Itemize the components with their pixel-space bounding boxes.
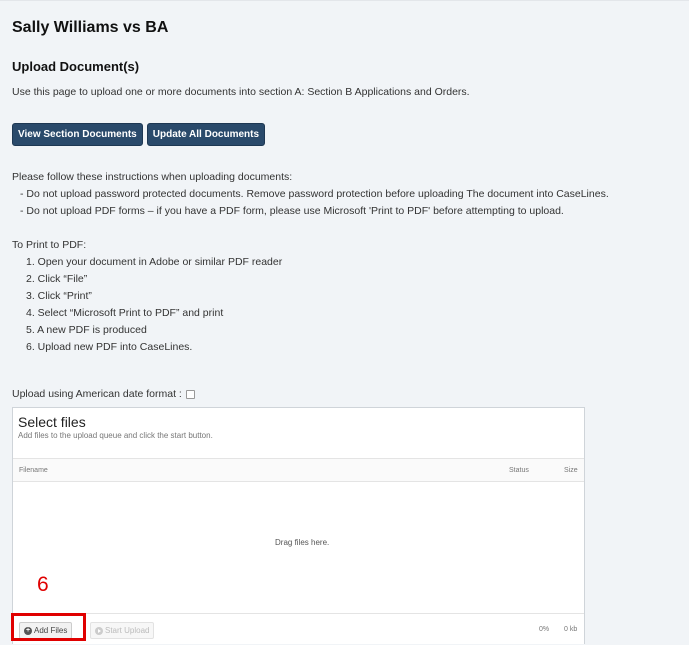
uploader-subtitle: Add files to the upload queue and click …: [18, 431, 213, 440]
instructions-lead: Please follow these instructions when up…: [12, 171, 293, 183]
annotation-highlight-box: [11, 613, 86, 641]
print-step: 3. Click “Print”: [26, 290, 92, 302]
drop-zone[interactable]: Drag files here.: [13, 481, 584, 613]
annotation-step-number: 6: [37, 573, 49, 596]
print-to-pdf-heading: To Print to PDF:: [12, 239, 87, 251]
instruction-item: - Do not upload password protected docum…: [20, 188, 609, 200]
upload-queue-header: Filename Status Size: [13, 458, 584, 482]
column-filename: Filename: [19, 467, 48, 474]
column-status: Status: [509, 467, 529, 474]
action-buttons: View Section Documents Update All Docume…: [12, 123, 266, 146]
drop-zone-text: Drag files here.: [275, 538, 330, 547]
column-size: Size: [564, 467, 578, 474]
american-date-format-checkbox[interactable]: [185, 389, 195, 399]
instruction-item: - Do not upload PDF forms – if you have …: [20, 205, 564, 217]
page-title: Upload Document(s): [12, 59, 140, 74]
print-step: 5. A new PDF is produced: [26, 324, 147, 336]
print-step: 4. Select “Microsoft Print to PDF” and p…: [26, 307, 224, 319]
file-uploader: Select files Add files to the upload que…: [12, 407, 585, 644]
print-step: 2. Click “File”: [26, 273, 88, 285]
update-all-documents-button[interactable]: Update All Documents: [146, 123, 266, 146]
upload-progress-size: 0 kb: [564, 626, 578, 633]
print-to-pdf-steps: To Print to PDF: 1. Open your document i…: [12, 237, 282, 356]
uploader-title: Select files: [18, 414, 86, 430]
american-date-format-label: Upload using American date format :: [12, 388, 182, 400]
case-title: Sally Williams vs BA: [12, 19, 169, 36]
uploader-header: Select files Add files to the upload que…: [18, 414, 213, 440]
start-upload-label: Start Upload: [105, 626, 150, 635]
upload-progress-percent: 0%: [539, 626, 550, 633]
print-step: 1. Open your document in Adobe or simila…: [26, 256, 283, 268]
play-icon: [95, 626, 103, 635]
upload-page: Sally Williams vs BA Upload Document(s) …: [0, 0, 689, 645]
upload-instructions: Please follow these instructions when up…: [12, 169, 609, 220]
american-date-format-option: Upload using American date format :: [12, 388, 195, 400]
view-section-documents-button[interactable]: View Section Documents: [12, 123, 143, 146]
print-step: 6. Upload new PDF into CaseLines.: [26, 341, 193, 353]
start-upload-button[interactable]: Start Upload: [90, 622, 155, 639]
uploader-footer: + Add Files Start Upload 0% 0 kb: [13, 613, 584, 644]
intro-text: Use this page to upload one or more docu…: [12, 86, 470, 98]
